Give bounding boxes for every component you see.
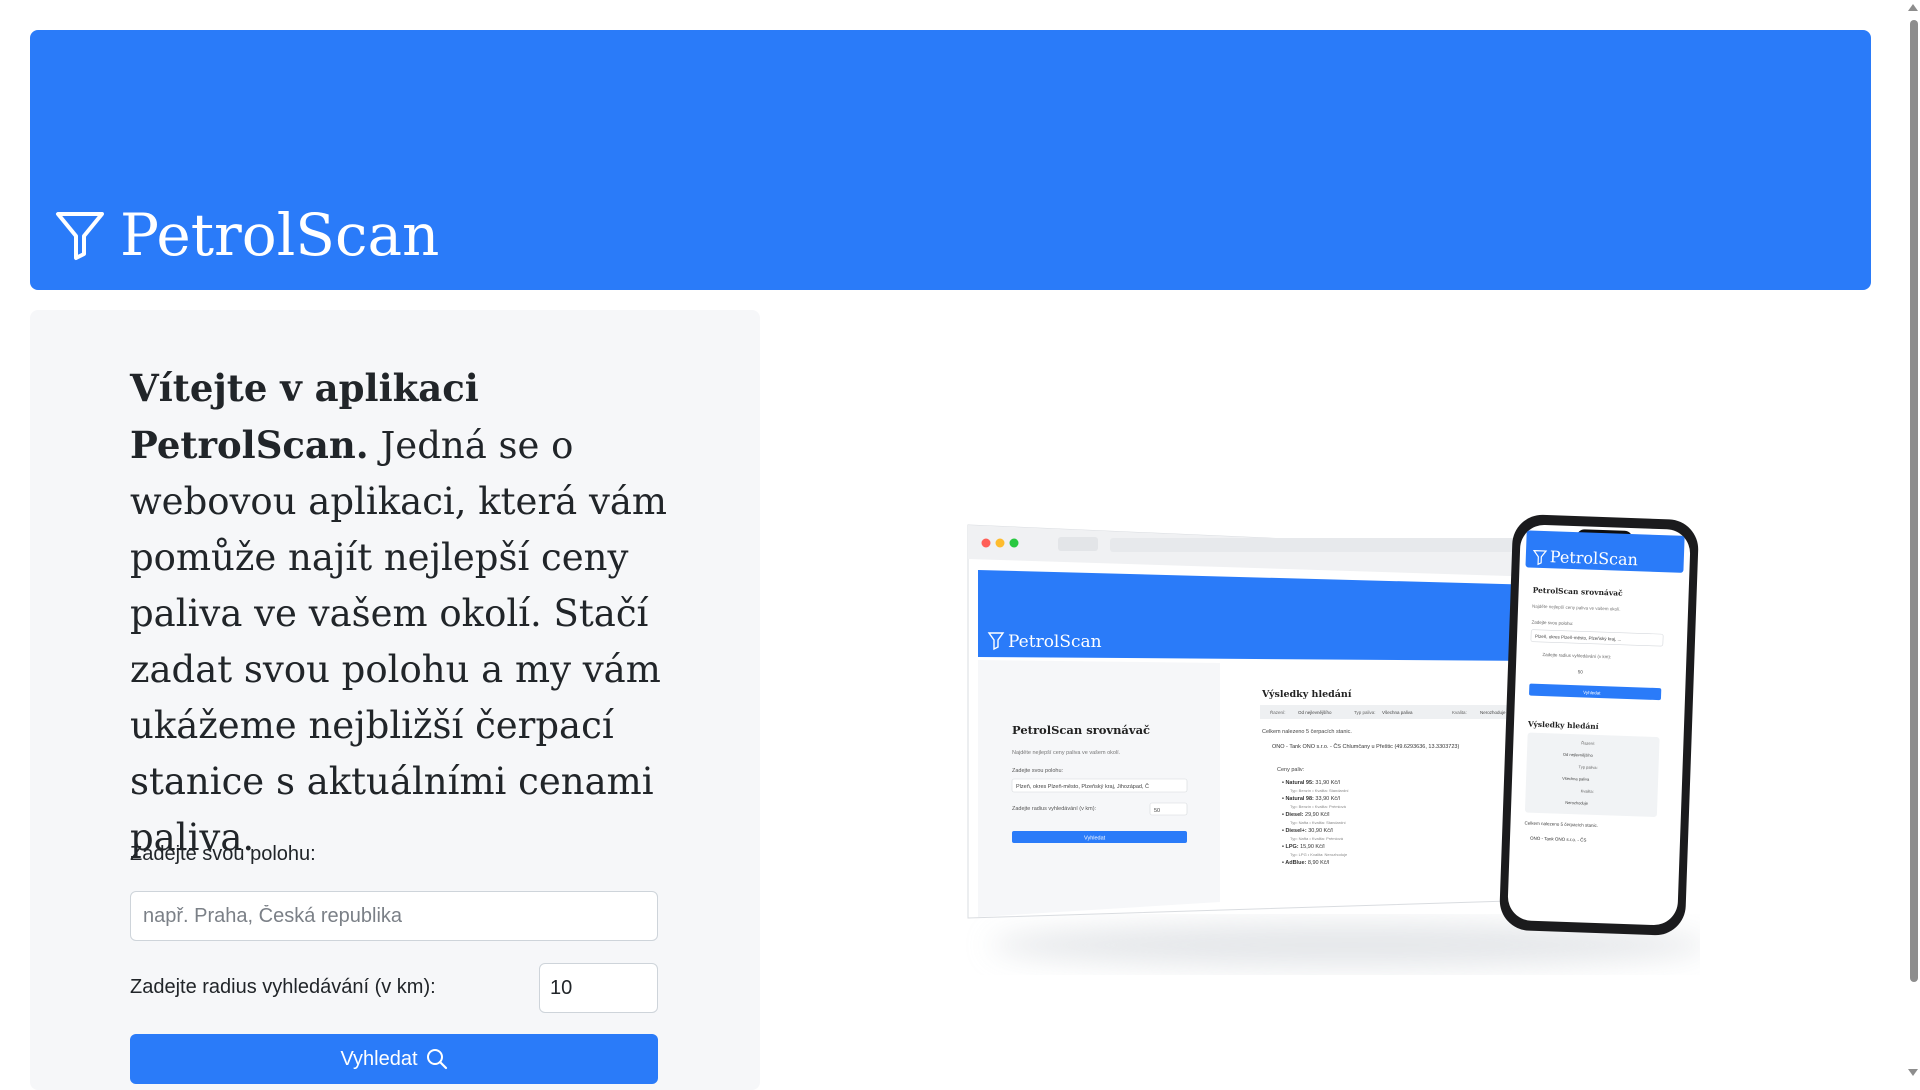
mock-form-sub: Najděte nejlepší ceny paliva ve vašem ok… [1012, 750, 1121, 756]
desktop-mockup: PetrolScan PetrolScan srovnávač Najděte … [967, 524, 1541, 919]
mock-price-detail: Typ: Nafta • Kvalita: Prémiová [1290, 836, 1344, 841]
mock-location-value: Plzeň, okres Plzeň-město, Plzeňský kraj,… [1016, 783, 1149, 790]
phone-brand-title: PetrolScan [1550, 547, 1639, 569]
mock-filter-fuel-value: Všechna paliva [1382, 710, 1413, 715]
mock-price-item: • Natural 95: 31,90 Kč/l [1282, 780, 1340, 786]
search-button-label: Vyhledat [340, 1047, 418, 1070]
mock-radius-value: 50 [1154, 808, 1160, 814]
device-mockup-image: PetrolScan PetrolScan srovnávač Najděte … [967, 514, 1700, 967]
browser-nav-buttons [1058, 537, 1098, 551]
mock-filter-quality-label: Kvalita: [1452, 710, 1467, 715]
mock-price-detail: Typ: LPG • Kvalita: Nerozhoduje [1290, 852, 1348, 857]
mock-results-title: Výsledky hledání [1261, 689, 1352, 700]
mock-radius-label: Zadejte radius vyhledávání (v km): [1012, 806, 1097, 812]
window-maximize-dot [1009, 538, 1019, 548]
phone-search-label: Vyhledat [1583, 690, 1601, 696]
brand-title: PetrolScan [120, 201, 440, 269]
mock-price-item: • Natural 98: 33,90 Kč/l [1282, 796, 1340, 802]
header-banner: PetrolScan [30, 30, 1871, 290]
mock-price-item: • Diesel+: 30,90 Kč/l [1282, 828, 1333, 834]
mock-station: ONO - Tank ONO s.r.o. - ČS Chlumčany u P… [1272, 743, 1459, 750]
mock-filter-sort-value: Od nejlevnějšího [1298, 710, 1332, 715]
mock-filter-fuel-label: Typ paliva: [1354, 710, 1376, 715]
phone-sort-label: Řazení: [1581, 740, 1595, 745]
mock-form-title: PetrolScan srovnávač [1012, 723, 1150, 737]
phone-quality-label: Kvalita: [1581, 788, 1594, 793]
mock-location-label: Zadejte svou polohu: [1012, 768, 1064, 774]
mock-search-label: Vyhledat [1084, 836, 1106, 842]
window-minimize-dot [995, 538, 1005, 548]
mock-brand-title: PetrolScan [1008, 632, 1102, 652]
scroll-down-arrow-icon[interactable] [1908, 1069, 1918, 1076]
scroll-up-arrow-icon[interactable] [1908, 4, 1918, 11]
radius-input[interactable] [539, 963, 658, 1013]
window-close-dot [981, 538, 991, 548]
mock-price-item: • LPG: 15,90 Kč/l [1282, 844, 1325, 850]
filter-icon [56, 212, 104, 260]
phone-radius-value: 50 [1578, 669, 1584, 674]
mock-price-list: • Natural 95: 31,90 Kč/l Typ: Benzín • Kv… [1282, 780, 1349, 866]
location-input[interactable] [130, 891, 658, 941]
intro-body: Jedná se o webovou aplikaci, která vám p… [130, 424, 668, 859]
scrollbar[interactable] [1906, 0, 1920, 1080]
phone-sort-value: Od nejlevnějšího [1563, 752, 1594, 758]
mock-price-detail: Typ: Benzín • Kvalita: Standardní [1290, 788, 1349, 793]
phone-fuel-value: Všechna paliva [1562, 776, 1590, 782]
search-button[interactable]: Vyhledat [130, 1034, 658, 1084]
browser-address-bar [1110, 538, 1530, 552]
brand[interactable]: PetrolScan [54, 206, 439, 264]
search-icon [426, 1049, 447, 1070]
mock-filter-quality-value: Nerozhoduje [1480, 710, 1506, 715]
phone-mockup: PetrolScan PetrolScan srovnávač Najděte … [1499, 514, 1699, 936]
intro-text: Vítejte v aplikaci PetrolScan. Jedná se … [130, 360, 670, 866]
mock-results-count: Celkem nalezeno 5 čerpacích stanic. [1262, 729, 1352, 735]
mock-price-detail: Typ: Benzín • Kvalita: Prémiová [1290, 804, 1347, 809]
mock-price-detail: Typ: Nafta • Kvalita: Standardní [1290, 820, 1347, 825]
mock-filter-sort-label: Řazení: [1270, 708, 1286, 715]
phone-fuel-label: Typ paliva: [1578, 764, 1597, 770]
mock-price-item: • Diesel: 29,90 Kč/l [1282, 812, 1330, 818]
location-label: Zadejte svou polohu: [130, 843, 316, 865]
phone-quality-value: Nerozhoduje [1565, 800, 1589, 806]
mock-price-item: • AdBlue: 8,90 Kč/l [1282, 860, 1329, 866]
scroll-thumb[interactable] [1910, 20, 1918, 982]
mock-prices-label: Ceny paliv: [1277, 767, 1305, 773]
radius-label: Zadejte radius vyhledávání (v km): [130, 976, 436, 998]
